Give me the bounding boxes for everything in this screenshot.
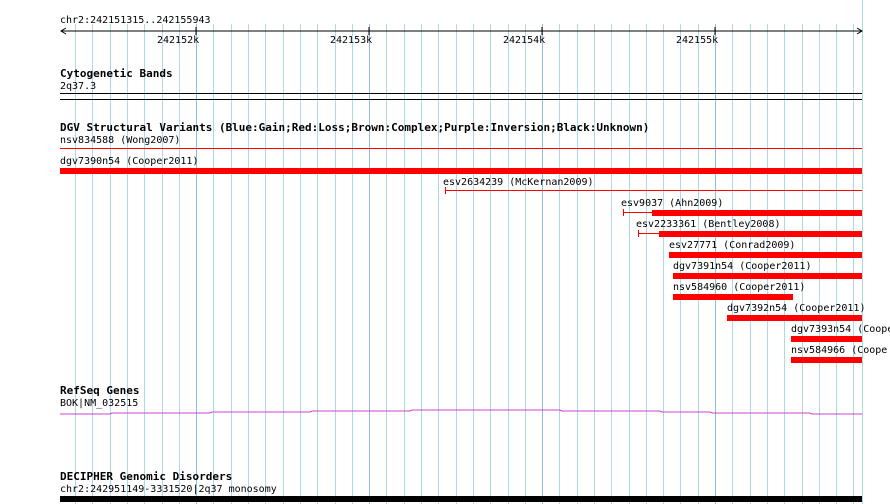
variant-bar[interactable] (652, 210, 862, 216)
decipher-feature-label[interactable]: chr2:242951149-3331520|2q37 monosomy (60, 484, 277, 496)
cytoband-bar[interactable] (60, 93, 862, 94)
ruler-tick-label: 242155k (676, 35, 719, 46)
variant-bar-cap (623, 209, 624, 216)
cytoband-bar (60, 99, 862, 100)
decipher-feature-bar[interactable] (60, 496, 862, 502)
variant-bar[interactable] (727, 315, 862, 321)
ruler-tick-label: 242154k (503, 35, 546, 46)
variant-label[interactable]: nsv834588 (Wong2007) (60, 135, 180, 147)
ruler-tick-label: 242152k (157, 35, 200, 46)
ruler-axis[interactable] (0, 24, 890, 48)
variant-bar[interactable] (60, 148, 862, 149)
variant-bar[interactable] (638, 233, 660, 234)
variant-label[interactable]: esv2233361 (Bentley2008) (636, 219, 781, 231)
variant-bar[interactable] (791, 336, 862, 342)
variant-bar-cap (638, 230, 639, 237)
variant-bar[interactable] (623, 212, 653, 213)
variant-label[interactable]: esv2634239 (McKernan2009) (443, 177, 594, 189)
variant-label[interactable]: dgv7391n54 (Cooper2011) (673, 261, 811, 273)
gene-coverage-line[interactable] (0, 400, 890, 420)
variant-bar[interactable] (60, 168, 862, 174)
track-title-cytoband: Cytogenetic Bands (60, 67, 173, 80)
track-title-dgv: DGV Structural Variants (Blue:Gain;Red:L… (60, 121, 650, 134)
variant-label[interactable]: esv9037 (Ahn2009) (621, 198, 723, 210)
variant-bar[interactable] (669, 252, 862, 258)
variant-label[interactable]: dgv7393n54 (Coope (791, 324, 890, 336)
variant-bar[interactable] (659, 231, 862, 237)
variant-label[interactable]: dgv7392n54 (Cooper2011) (727, 303, 865, 315)
track-title-refseq: RefSeq Genes (60, 384, 140, 397)
variant-label[interactable]: nsv584966 (Coope (791, 345, 887, 357)
variant-bar-cap (445, 187, 446, 194)
variant-label[interactable]: dgv7390n54 (Cooper2011) (60, 156, 198, 168)
variant-bar[interactable] (673, 294, 793, 300)
variant-bar[interactable] (673, 273, 862, 279)
cytoband-label: 2q37.3 (60, 81, 97, 92)
track-title-decipher: DECIPHER Genomic Disorders (60, 470, 233, 483)
variant-label[interactable]: esv27771 (Conrad2009) (669, 240, 795, 252)
variant-bar[interactable] (791, 357, 862, 363)
ruler-tick-label: 242153k (330, 35, 373, 46)
variant-label[interactable]: nsv584960 (Cooper2011) (673, 282, 805, 294)
variant-bar[interactable] (445, 190, 862, 191)
